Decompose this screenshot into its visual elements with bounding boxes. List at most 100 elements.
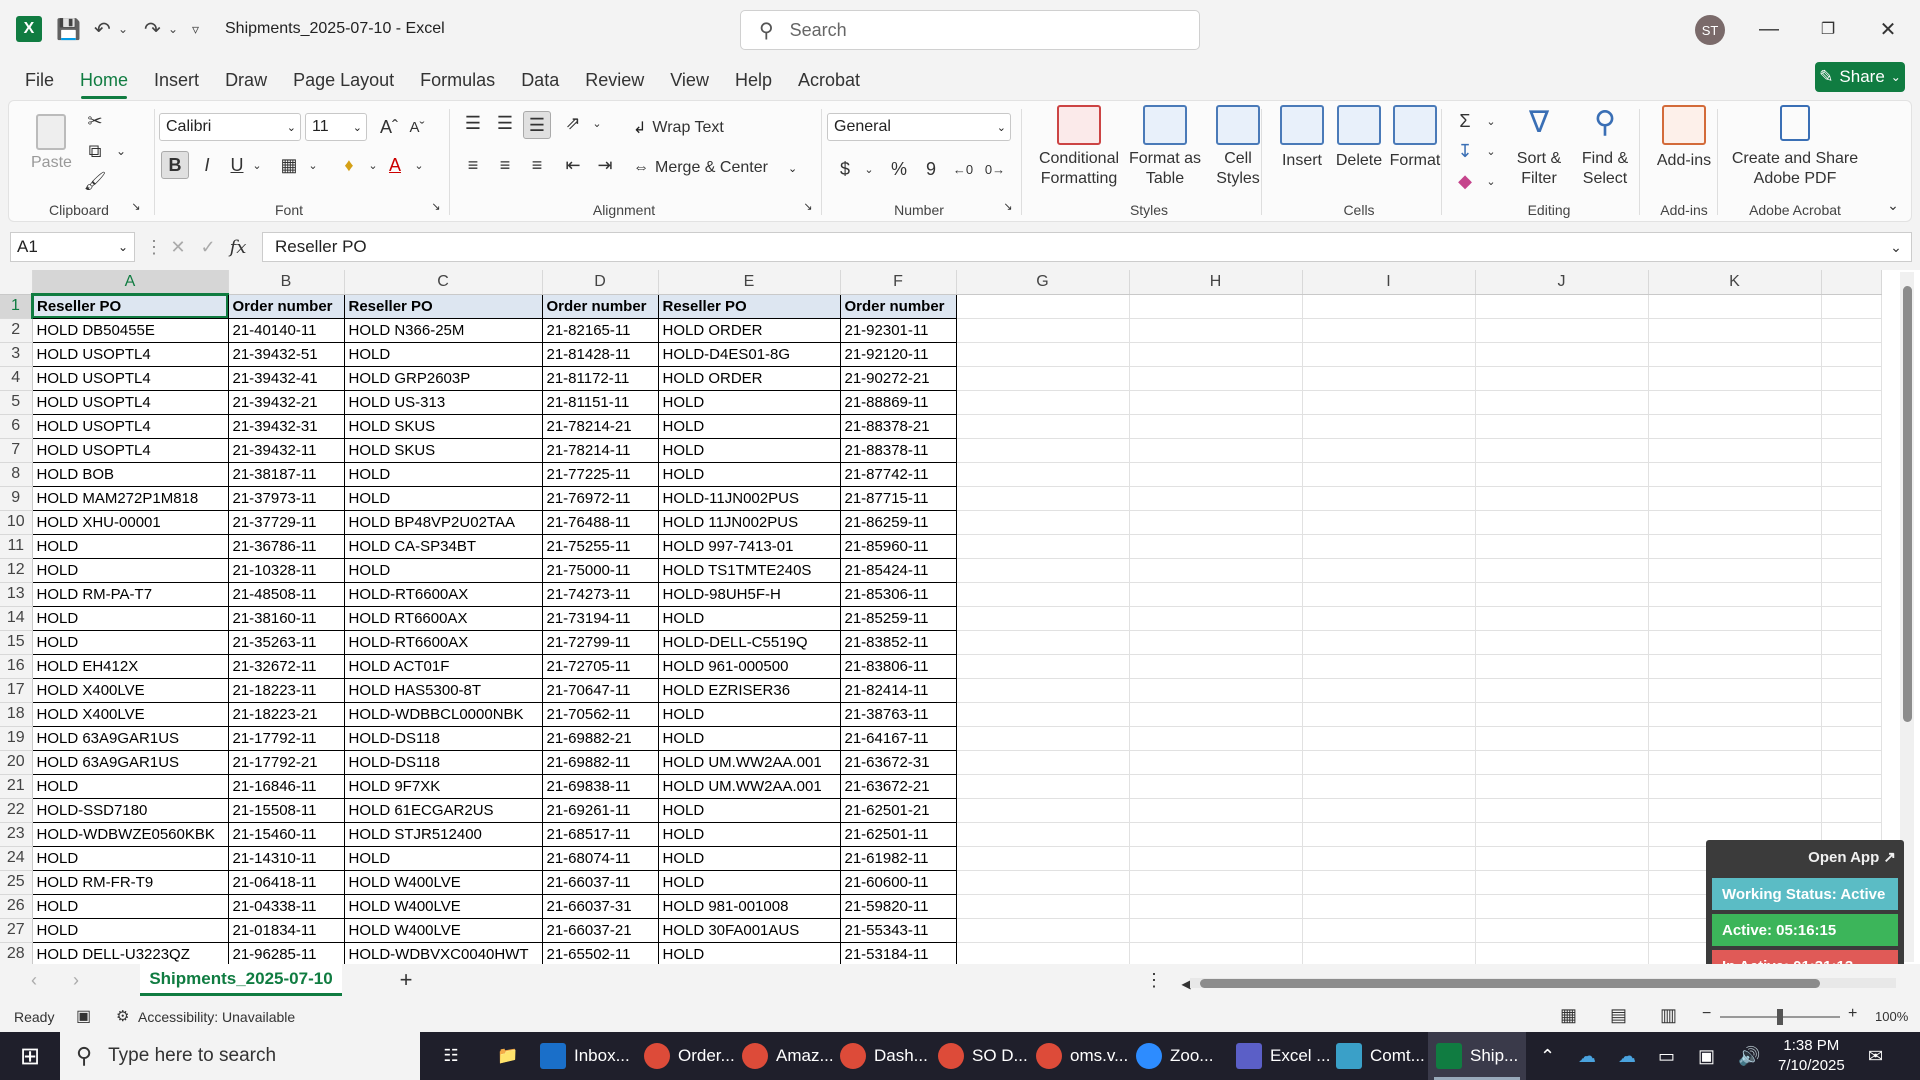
empty-cell[interactable]: [1129, 702, 1303, 727]
table-cell[interactable]: HOLD-DELL-C5519Q: [657, 629, 841, 655]
empty-cell[interactable]: [1129, 774, 1303, 799]
number-format-select[interactable]: General ⌄: [827, 113, 1011, 141]
table-cell[interactable]: HOLD: [31, 557, 229, 583]
align-left-icon[interactable]: ≡: [459, 151, 487, 179]
page-break-view-icon[interactable]: ▥: [1660, 1005, 1677, 1026]
customize-qat-icon[interactable]: ▿: [192, 16, 199, 42]
row-header[interactable]: 19: [0, 726, 33, 751]
table-cell[interactable]: 21-39432-21: [227, 389, 345, 415]
table-cell[interactable]: 21-59820-11: [839, 893, 957, 919]
network-icon[interactable]: ▣: [1698, 1032, 1715, 1080]
table-cell[interactable]: 21-88378-11: [839, 437, 957, 463]
empty-cell[interactable]: [956, 726, 1130, 751]
empty-cell[interactable]: [1475, 390, 1649, 415]
accessibility-icon[interactable]: ⚙: [116, 1007, 129, 1025]
empty-cell[interactable]: [1129, 918, 1303, 943]
table-cell[interactable]: 21-15508-11: [227, 797, 345, 823]
empty-cell[interactable]: [1302, 606, 1476, 631]
table-cell[interactable]: HOLD SKUS: [343, 437, 543, 463]
select-all-corner[interactable]: [0, 270, 33, 295]
empty-cell[interactable]: [1648, 438, 1822, 463]
copy-dropdown-icon[interactable]: ⌄: [107, 137, 135, 165]
empty-cell[interactable]: [1129, 846, 1303, 871]
empty-cell[interactable]: [1648, 486, 1822, 511]
empty-cell[interactable]: [1129, 942, 1303, 964]
empty-cell[interactable]: [1648, 462, 1822, 487]
empty-cell[interactable]: [1129, 726, 1303, 751]
increase-font-icon[interactable]: Aˆ: [375, 113, 403, 141]
increase-decimal-icon[interactable]: ←0: [949, 155, 977, 183]
empty-cell[interactable]: [1129, 582, 1303, 607]
table-cell[interactable]: 21-37729-11: [227, 509, 345, 535]
page-layout-view-icon[interactable]: ▤: [1610, 1005, 1627, 1026]
horizontal-scroll-thumb[interactable]: [1200, 979, 1820, 988]
empty-cell[interactable]: [1302, 750, 1476, 775]
empty-cell[interactable]: [1475, 342, 1649, 367]
empty-cell[interactable]: [1129, 318, 1303, 343]
tab-help[interactable]: Help: [722, 60, 785, 100]
table-cell[interactable]: 21-75000-11: [541, 557, 659, 583]
empty-cell[interactable]: [1648, 318, 1822, 343]
empty-cell[interactable]: [1129, 462, 1303, 487]
empty-cell[interactable]: [1648, 654, 1822, 679]
table-cell[interactable]: HOLD ORDER: [657, 317, 841, 343]
empty-cell[interactable]: [1302, 510, 1476, 535]
table-cell[interactable]: 21-48508-11: [227, 581, 345, 607]
column-header[interactable]: A: [32, 270, 229, 295]
table-cell[interactable]: HOLD-RT6600AX: [343, 581, 543, 607]
column-header[interactable]: F: [840, 270, 957, 295]
table-cell[interactable]: HOLD USOPTL4: [31, 341, 229, 367]
table-cell[interactable]: 21-74273-11: [541, 581, 659, 607]
table-cell[interactable]: 21-64167-11: [839, 725, 957, 751]
table-cell[interactable]: HOLD TS1TMTE240S: [657, 557, 841, 583]
table-cell[interactable]: HOLD: [343, 485, 543, 511]
zoom-level[interactable]: 100%: [1875, 1009, 1908, 1024]
table-cell[interactable]: HOLD RT6600AX: [343, 605, 543, 631]
empty-cell[interactable]: [1302, 414, 1476, 439]
minimize-icon[interactable]: —: [1749, 14, 1789, 44]
table-cell[interactable]: 21-85306-11: [839, 581, 957, 607]
empty-cell[interactable]: [1129, 438, 1303, 463]
file-explorer-icon[interactable]: 📁: [490, 1032, 526, 1080]
orientation-dropdown-icon[interactable]: ⌄: [583, 109, 611, 137]
empty-cell[interactable]: [1302, 486, 1476, 511]
table-cell[interactable]: HOLD STJR512400: [343, 821, 543, 847]
table-cell[interactable]: HOLD USOPTL4: [31, 413, 229, 439]
empty-cell[interactable]: [1475, 942, 1649, 964]
row-header[interactable]: 20: [0, 750, 33, 775]
normal-view-icon[interactable]: ▦: [1560, 1005, 1577, 1026]
prev-sheet-icon[interactable]: ‹: [20, 966, 48, 994]
empty-cell[interactable]: [1129, 294, 1303, 319]
windows-start-icon[interactable]: ⊞: [0, 1032, 60, 1080]
table-cell[interactable]: HOLD EH412X: [31, 653, 229, 679]
table-cell[interactable]: HOLD: [657, 845, 841, 871]
empty-cell[interactable]: [956, 294, 1130, 319]
table-cell[interactable]: HOLD-11JN002PUS: [657, 485, 841, 511]
fill-dropdown-icon[interactable]: ⌄: [1477, 137, 1505, 165]
empty-cell[interactable]: [956, 462, 1130, 487]
empty-cell[interactable]: [1648, 726, 1822, 751]
empty-cell[interactable]: [956, 654, 1130, 679]
increase-indent-icon[interactable]: ⇥: [591, 151, 619, 179]
row-header[interactable]: 8: [0, 462, 33, 487]
empty-cell[interactable]: [1475, 918, 1649, 943]
empty-cell[interactable]: [1129, 390, 1303, 415]
table-cell[interactable]: HOLD-98UH5F-H: [657, 581, 841, 607]
font-name-select[interactable]: Calibri ⌄: [159, 113, 301, 141]
empty-cell[interactable]: [956, 942, 1130, 964]
table-cell[interactable]: HOLD RM-PA-T7: [31, 581, 229, 607]
table-cell[interactable]: HOLD: [657, 797, 841, 823]
empty-cell[interactable]: [1648, 510, 1822, 535]
table-cell[interactable]: HOLD SKUS: [343, 413, 543, 439]
table-cell[interactable]: 21-68074-11: [541, 845, 659, 871]
table-cell[interactable]: 21-66037-31: [541, 893, 659, 919]
empty-cell[interactable]: [1129, 414, 1303, 439]
table-cell[interactable]: HOLD: [343, 341, 543, 367]
table-cell[interactable]: HOLD 30FA001AUS: [657, 917, 841, 943]
empty-cell[interactable]: [956, 822, 1130, 847]
table-cell[interactable]: 21-38160-11: [227, 605, 345, 631]
empty-cell[interactable]: [1648, 798, 1822, 823]
empty-cell[interactable]: [1129, 750, 1303, 775]
table-cell[interactable]: HOLD W400LVE: [343, 869, 543, 895]
clock[interactable]: 1:38 PM 7/10/2025: [1778, 1032, 1845, 1080]
